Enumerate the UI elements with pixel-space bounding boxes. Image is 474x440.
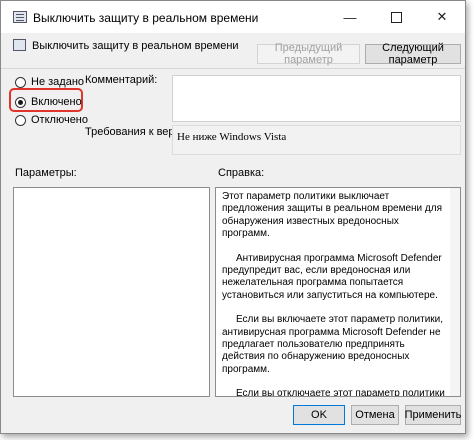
radio-disabled-circle[interactable]	[15, 114, 26, 126]
options-label: Параметры:	[15, 167, 77, 179]
radio-enabled-label: Включено	[31, 96, 82, 108]
radio-disabled-label: Отключено	[31, 114, 88, 126]
policy-setting-icon	[13, 39, 26, 51]
close-button[interactable]: ✕	[419, 1, 465, 33]
radio-not-configured-label: Не задано	[31, 76, 85, 88]
help-scrollbar[interactable]	[450, 188, 460, 396]
next-setting-button[interactable]: Следующий параметр	[365, 42, 461, 66]
comment-label: Комментарий:	[85, 74, 158, 86]
maximize-button[interactable]	[373, 1, 419, 33]
cancel-button[interactable]: Отмена	[351, 405, 399, 425]
help-panel[interactable]: Этот параметр политики выключает предлож…	[215, 187, 461, 397]
comment-textarea[interactable]	[172, 75, 461, 122]
help-paragraph: Этот параметр политики выключает предлож…	[222, 191, 443, 240]
apply-button[interactable]: Применить	[405, 405, 461, 425]
radio-not-configured-circle[interactable]	[15, 76, 26, 88]
title-bar: Выключить защиту в реальном времени — ✕	[1, 1, 465, 33]
radio-enabled-circle[interactable]	[15, 96, 26, 108]
policy-window-icon	[13, 11, 27, 23]
radio-enabled[interactable]: Включено	[15, 96, 82, 108]
previous-setting-button[interactable]: Предыдущий параметр	[257, 42, 360, 66]
policy-dialog-window: Выключить защиту в реальном времени — ✕ …	[0, 0, 466, 434]
radio-not-configured[interactable]: Не задано	[15, 76, 84, 88]
help-label: Справка:	[218, 167, 265, 179]
ok-button[interactable]: OK	[293, 405, 345, 425]
minimize-button[interactable]: —	[327, 1, 373, 33]
radio-disabled[interactable]: Отключено	[15, 114, 88, 126]
supported-on-value: Не ниже Windows Vista	[172, 125, 461, 155]
help-paragraph: Если вы включаете этот параметр политики…	[222, 314, 444, 375]
window-title: Выключить защиту в реальном времени	[33, 11, 259, 25]
options-panel	[13, 187, 210, 397]
help-paragraph: Антивирусная программа Microsoft Defende…	[222, 252, 442, 301]
help-paragraph: Если вы отключаете этот параметр политик…	[236, 388, 445, 397]
maximize-icon	[390, 11, 402, 23]
policy-name: Выключить защиту в реальном времени	[32, 40, 239, 52]
header-divider	[1, 68, 465, 69]
